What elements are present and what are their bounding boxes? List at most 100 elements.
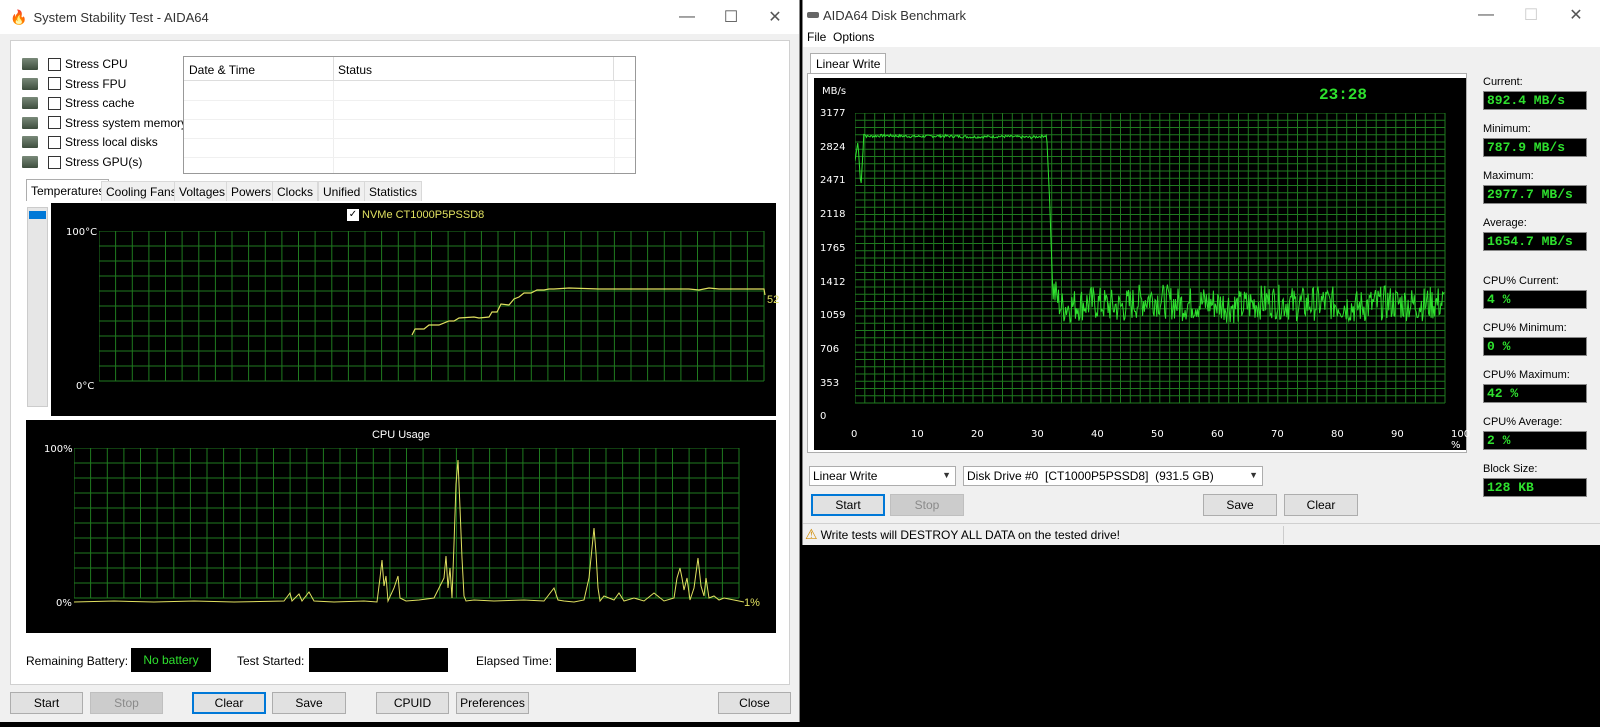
menu-bar: File Options [803,30,1600,47]
fpu-icon [22,77,38,90]
title-bar: 🔥 System Stability Test - AIDA64 — ☐ ✕ [0,0,799,34]
cpu-usage-chart: CPU Usage 100% 0% 1% [26,420,776,633]
stress-checkbox[interactable] [48,116,61,130]
battery-label: Remaining Battery: [26,654,129,668]
stop-button[interactable]: Stop [90,692,163,714]
stat-label: CPU% Maximum: [1483,369,1570,381]
stress-option[interactable]: Stress system memory [22,116,187,130]
x-tick-label: 50 [1151,429,1164,440]
start-button[interactable]: Start [811,494,885,516]
cpu-series-line [74,459,745,603]
cpu-plot: 1% [74,448,760,608]
stability-test-window: 🔥 System Stability Test - AIDA64 — ☐ ✕ S… [0,0,800,722]
stress-option[interactable]: Stress local disks [22,135,158,149]
stat-label: CPU% Current: [1483,275,1559,287]
cpu-current-value: 1% [744,597,760,608]
stress-label: Stress GPU(s) [65,155,143,169]
elapsed-time-value [556,648,636,672]
y-tick-label: 706 [820,343,840,355]
temp-plot: 52 [99,231,779,382]
battery-value: No battery [131,648,211,672]
stat-value: 1654.7 MB/s [1483,232,1587,251]
stat-label: CPU% Average: [1483,416,1563,428]
x-tick-label: 90 [1391,429,1404,440]
test-started-label: Test Started: [237,654,305,668]
chart-unit: MB/s [822,86,847,97]
window-title: System Stability Test - AIDA64 [33,9,209,25]
stress-label: Stress system memory [65,115,188,130]
tab-linear-write[interactable]: Linear Write [810,53,887,74]
minimize-button[interactable]: — [664,0,710,34]
tab-clocks[interactable]: Clocks [272,181,319,201]
y-tick-label: 1412 [820,276,846,288]
stress-option[interactable]: Stress FPU [22,77,126,91]
memory-icon [22,116,38,129]
cpu-y-bottom: 0% [56,598,72,609]
close-button[interactable]: Close [718,692,791,714]
stress-checkbox[interactable] [48,96,61,110]
stat-value: 128 KB [1483,478,1587,497]
maximize-button[interactable]: ☐ [708,0,754,34]
x-tick-label: 70 [1271,429,1284,440]
stress-option[interactable]: Stress GPU(s) [22,155,142,169]
stat-label: Block Size: [1483,463,1538,475]
tab-voltages[interactable]: Voltages [174,181,231,201]
tab-statistics[interactable]: Statistics [364,181,423,201]
close-window-button[interactable]: ✕ [1553,0,1599,30]
stop-button[interactable]: Stop [890,494,964,516]
stat-label: Current: [1483,76,1523,88]
col-date-time[interactable]: Date & Time [184,57,334,80]
drive-select[interactable]: Disk Drive #0 [CT1000P5PSSD8] (931.5 GB)… [963,466,1263,486]
save-button[interactable]: Save [272,692,346,714]
clear-button[interactable]: Clear [1284,494,1358,516]
temp-y-top: 100°C [66,227,98,238]
sensor-scrollbar[interactable] [27,207,48,407]
flame-icon: 🔥 [10,8,28,25]
menu-options[interactable]: Options [833,30,874,44]
y-tick-label: 353 [820,377,840,389]
minimize-button[interactable]: — [1463,0,1509,30]
temp-current-value: 52 [767,294,779,306]
stat-value: 0 % [1483,337,1587,356]
temp-legend[interactable]: ✓ NVMe CT1000P5PSSD8 [347,209,484,221]
stat-value: 892.4 MB/s [1483,91,1587,110]
menu-file[interactable]: File [807,30,826,44]
y-tick-label: 0 [820,411,827,423]
col-status[interactable]: Status [334,57,614,80]
start-button[interactable]: Start [10,692,83,714]
stat-label: CPU% Minimum: [1483,322,1567,334]
stress-checkbox[interactable] [48,155,61,169]
disk-benchmark-window: AIDA64 Disk Benchmark — ☐ ✕ File Options… [802,0,1600,545]
scroll-thumb[interactable] [29,211,46,219]
status-bar: ⚠ Write tests will DESTROY ALL DATA on t… [803,523,1600,545]
preferences-button[interactable]: Preferences [456,692,529,714]
drive-value: Disk Drive #0 [CT1000P5PSSD8] (931.5 GB) [967,469,1214,483]
tab-unified[interactable]: Unified [318,181,366,201]
stat-value: 2 % [1483,431,1587,450]
cpuid-button[interactable]: CPUID [376,692,449,714]
tab-cooling-fans[interactable]: Cooling Fans [101,181,182,201]
chevron-down-icon: ▼ [1249,470,1258,480]
maximize-button[interactable]: ☐ [1508,0,1554,30]
temperature-chart: ✓ NVMe CT1000P5PSSD8 100°C 0°C 52 [51,203,779,416]
cpu-y-top: 100% [44,444,73,455]
save-button[interactable]: Save [1203,494,1277,516]
tab-temperatures[interactable]: Temperatures [26,179,110,201]
stress-label: Stress CPU [65,57,128,71]
elapsed-time-label: Elapsed Time: [476,654,553,668]
tab-powers[interactable]: Powers [226,181,277,201]
test-type-select[interactable]: Linear Write ▼ [809,466,956,486]
close-window-button[interactable]: ✕ [752,0,798,34]
stress-checkbox[interactable] [48,77,61,91]
checkbox-checked-icon[interactable]: ✓ [347,209,359,221]
clear-button[interactable]: Clear [192,692,266,714]
chevron-down-icon: ▼ [942,470,951,480]
disk-app-icon [807,12,819,18]
stress-checkbox[interactable] [48,135,61,149]
title-bar: AIDA64 Disk Benchmark — ☐ ✕ [803,0,1600,30]
stress-checkbox[interactable] [48,57,61,71]
stress-option[interactable]: Stress cache [22,96,134,110]
stress-option[interactable]: Stress CPU [22,57,128,71]
disk-icon [22,136,38,149]
y-tick-label: 1059 [820,310,846,322]
